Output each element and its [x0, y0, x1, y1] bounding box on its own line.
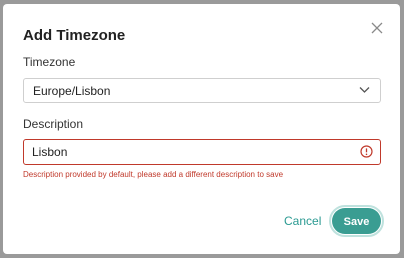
timezone-select-value: Europe/Lisbon [33, 84, 111, 98]
cancel-button[interactable]: Cancel [284, 214, 321, 228]
description-error-message: Description provided by default, please … [23, 170, 284, 179]
timezone-label: Timezone [23, 55, 76, 69]
error-circle-icon [360, 145, 373, 158]
description-field[interactable] [23, 139, 381, 165]
description-label: Description [23, 117, 84, 131]
timezone-select[interactable]: Europe/Lisbon [23, 78, 381, 103]
chevron-down-icon [359, 87, 370, 93]
add-timezone-dialog: Add Timezone Timezone Europe/Lisbon Desc… [3, 4, 400, 254]
save-button[interactable]: Save [332, 208, 381, 234]
dialog-title: Add Timezone [23, 27, 126, 44]
close-icon[interactable] [370, 21, 384, 35]
description-input[interactable] [32, 144, 352, 160]
